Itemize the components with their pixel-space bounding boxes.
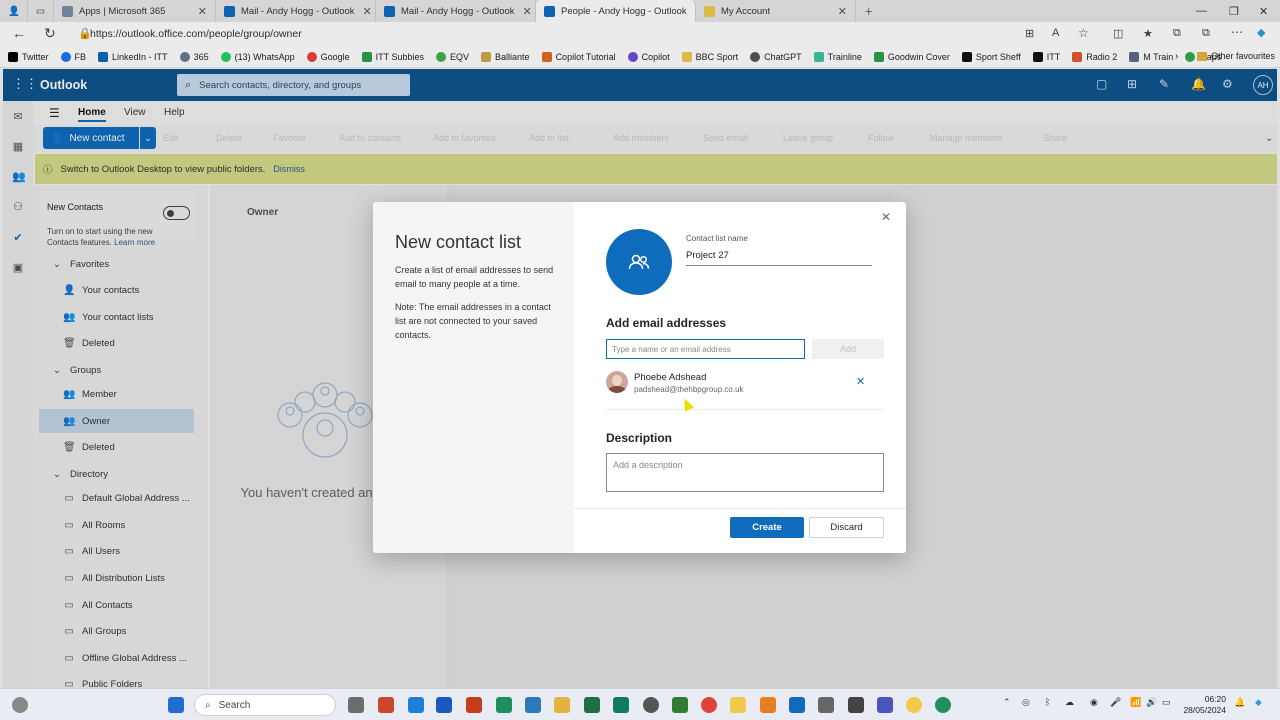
taskbar-search[interactable]: ⌕ Search <box>194 694 336 716</box>
chrome-icon[interactable] <box>701 697 717 713</box>
dialog-title: New contact list <box>395 232 522 252</box>
people-icon <box>628 254 650 270</box>
teams-icon[interactable] <box>877 697 893 713</box>
bluetooth-icon[interactable]: ᛒ <box>1045 697 1050 707</box>
copilot-icon[interactable]: ◆ <box>1255 697 1262 708</box>
chevron-up-icon[interactable]: ⌃ <box>1003 697 1011 708</box>
word-icon[interactable] <box>436 697 452 713</box>
divider <box>574 508 906 509</box>
date: 28/05/2024 <box>1183 705 1226 715</box>
start-icon[interactable] <box>168 697 184 713</box>
app-tray-icon[interactable]: ◉ <box>1090 697 1098 708</box>
weather-icon[interactable] <box>12 697 28 713</box>
app-tray-icon[interactable]: ◎ <box>1022 697 1030 708</box>
app-icon[interactable] <box>408 697 424 713</box>
excel-icon[interactable] <box>584 697 600 713</box>
taskbar: ⌕ Search ⌃ ◎ ᛒ ☁ ◉ 🎤 📶 🔊 ▭ 06:20 28/05/2… <box>0 688 1280 720</box>
dialog-info-panel: New contact list Create a list of email … <box>373 202 574 553</box>
list-member: Phoebe Adshead padshead@thehbpgroup.co.u… <box>606 368 884 410</box>
dialog-note: Note: The email addresses in a contact l… <box>395 302 551 340</box>
member-email: padshead@thehbpgroup.co.uk <box>634 385 744 394</box>
description-input[interactable]: Add a description <box>606 453 884 492</box>
task-view-icon[interactable] <box>348 697 364 713</box>
app-icon[interactable] <box>643 697 659 713</box>
outlook-icon[interactable] <box>789 697 805 713</box>
remove-member-icon[interactable]: ✕ <box>856 375 865 388</box>
app-icon[interactable] <box>906 697 922 713</box>
clock[interactable]: 06:20 28/05/2024 <box>1180 694 1226 716</box>
app-icon[interactable] <box>378 697 394 713</box>
add-email-heading: Add email addresses <box>606 316 727 330</box>
app-icon[interactable] <box>525 697 541 713</box>
close-icon[interactable]: ✕ <box>881 210 891 224</box>
contact-list-name-input[interactable]: Project 27 <box>686 248 872 266</box>
contact-list-avatar[interactable] <box>606 229 672 295</box>
microphone-icon[interactable]: 🎤 <box>1110 697 1121 708</box>
onedrive-icon[interactable]: ☁ <box>1065 697 1074 708</box>
edge-icon[interactable] <box>935 697 951 713</box>
notification-icon[interactable]: 🔔 <box>1234 697 1245 708</box>
app-icon[interactable] <box>848 697 864 713</box>
edge-icon[interactable] <box>496 697 512 713</box>
dialog-description: Create a list of email addresses to send… <box>395 265 554 289</box>
add-button[interactable]: Add <box>812 339 884 359</box>
settings-icon[interactable] <box>818 697 834 713</box>
publisher-icon[interactable] <box>613 697 629 713</box>
project-icon[interactable] <box>672 697 688 713</box>
avatar <box>606 371 628 393</box>
discard-button[interactable]: Discard <box>809 517 884 538</box>
wifi-icon[interactable]: 📶 <box>1130 697 1141 708</box>
email-address-input[interactable]: Type a name or an email address <box>606 339 805 359</box>
powerpoint-icon[interactable] <box>466 697 482 713</box>
create-button[interactable]: Create <box>730 517 804 538</box>
volume-icon[interactable]: 🔊 <box>1146 697 1157 708</box>
search-icon: ⌕ <box>205 699 211 711</box>
file-explorer-icon[interactable] <box>554 697 570 713</box>
member-name: Phoebe Adshead <box>634 372 707 383</box>
battery-icon[interactable]: ▭ <box>1162 697 1171 708</box>
description-heading: Description <box>606 431 673 445</box>
app-icon[interactable] <box>760 697 776 713</box>
contact-list-name-label: Contact list name <box>686 234 748 243</box>
time: 06:20 <box>1204 694 1226 704</box>
new-contact-list-dialog: New contact list Create a list of email … <box>373 202 906 553</box>
app-icon[interactable] <box>730 697 746 713</box>
